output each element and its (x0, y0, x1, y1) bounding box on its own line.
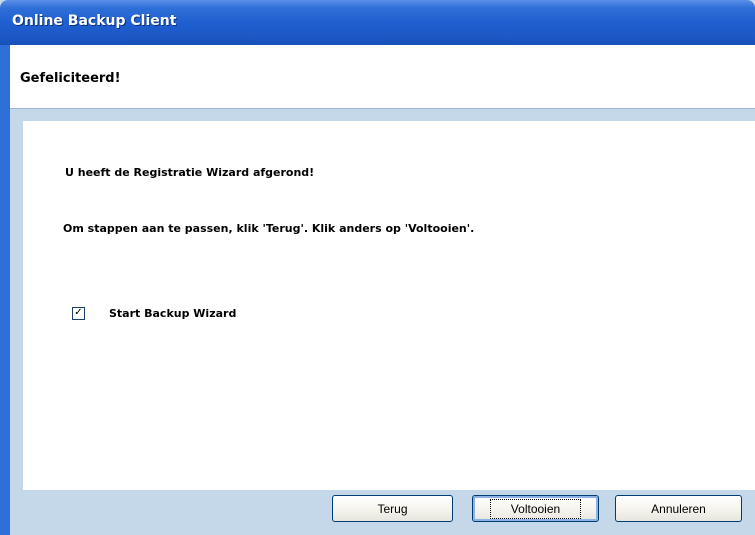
wizard-footer: Terug Voltooien Annuleren (10, 490, 755, 535)
cancel-button[interactable]: Annuleren (615, 495, 742, 522)
back-button[interactable]: Terug (332, 495, 453, 522)
start-backup-wizard-option[interactable]: ✓ Start Backup Wizard (72, 306, 236, 320)
wizard-window: Online Backup Client Gefeliciteerd! U he… (0, 0, 755, 535)
window-title: Online Backup Client (12, 13, 177, 29)
cancel-button-label: Annuleren (651, 501, 706, 516)
instruction-message: Om stappen aan te passen, klik 'Terug'. … (63, 222, 475, 235)
wizard-content-panel: U heeft de Registratie Wizard afgerond! … (23, 121, 755, 490)
finish-button-label: Voltooien (489, 498, 582, 519)
finish-button[interactable]: Voltooien (472, 495, 599, 522)
completion-message: U heeft de Registratie Wizard afgerond! (65, 166, 315, 179)
back-button-label: Terug (377, 501, 408, 516)
title-bar[interactable]: Online Backup Client (0, 0, 755, 45)
start-backup-wizard-checkbox[interactable]: ✓ (72, 306, 85, 320)
start-backup-wizard-label[interactable]: Start Backup Wizard (109, 307, 236, 320)
window-left-border (0, 45, 10, 535)
wizard-header: Gefeliciteerd! (10, 45, 755, 109)
page-title: Gefeliciteerd! (20, 71, 121, 86)
